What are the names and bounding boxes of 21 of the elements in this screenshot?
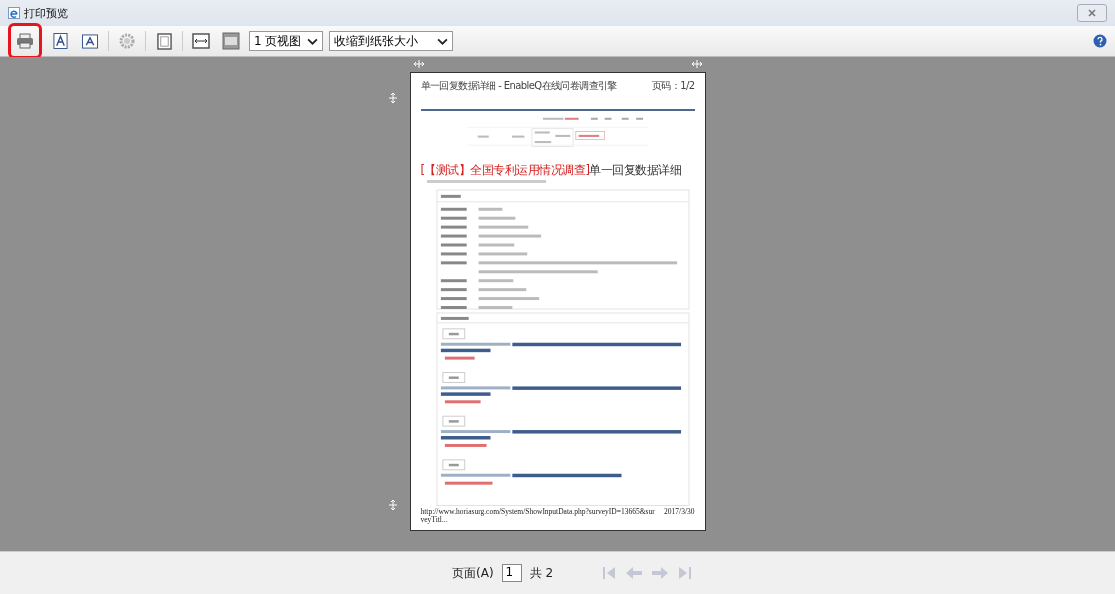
page-width-button[interactable] bbox=[189, 30, 213, 52]
window-title: 打印预览 bbox=[24, 5, 68, 21]
close-button[interactable] bbox=[1077, 4, 1107, 22]
close-icon bbox=[1087, 8, 1097, 18]
margin-handle-icon[interactable] bbox=[388, 92, 397, 104]
scale-dropdown[interactable]: 收缩到纸张大小 bbox=[329, 31, 453, 51]
help-button[interactable] bbox=[1093, 34, 1107, 48]
page-label: 页面(A) bbox=[452, 564, 494, 582]
header-footer-button[interactable] bbox=[219, 30, 243, 52]
margin-handle-icon[interactable] bbox=[388, 499, 397, 511]
view-dropdown[interactable]: 1 页视图 bbox=[249, 31, 323, 51]
browser-logo-icon bbox=[8, 7, 20, 19]
caret-icon bbox=[437, 37, 448, 45]
caret-icon bbox=[307, 37, 318, 45]
page-number: 页码：1/2 bbox=[652, 79, 695, 93]
margin-handle-icon[interactable] bbox=[690, 60, 703, 68]
page-header-title: 单一回复数据详细 - EnableQ在线问卷调查引擎 bbox=[420, 79, 617, 93]
page-total: 共 2 bbox=[529, 564, 553, 582]
survey-heading: [【测试】全国专利运用情况调查]单一回复数据详细 bbox=[420, 163, 683, 178]
page-number-field[interactable]: 1 bbox=[501, 564, 522, 582]
margin-handle-icon[interactable] bbox=[412, 60, 425, 68]
